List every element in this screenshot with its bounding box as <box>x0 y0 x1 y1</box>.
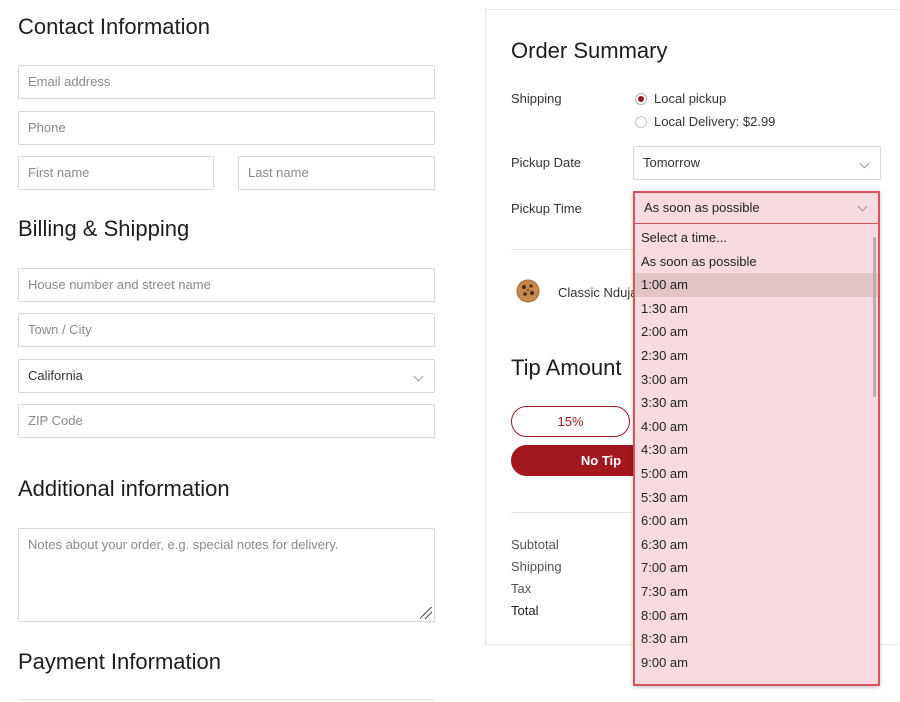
cookie-icon <box>516 279 540 303</box>
time-option[interactable]: 9:00 am <box>635 651 878 675</box>
pickup-time-select[interactable]: As soon as possible <box>635 193 878 224</box>
time-option[interactable]: 6:00 am <box>635 509 878 533</box>
time-option[interactable]: 3:30 am <box>635 391 878 415</box>
local-delivery-label[interactable]: Local Delivery: $2.99 <box>654 114 775 129</box>
city-field[interactable]: Town / City <box>18 313 435 347</box>
time-option[interactable]: 4:30 am <box>635 438 878 462</box>
time-option[interactable]: 7:30 am <box>635 580 878 604</box>
zip-field[interactable]: ZIP Code <box>18 404 435 438</box>
tip-heading: Tip Amount <box>511 355 622 380</box>
summary-divider-bottom <box>511 512 633 513</box>
chevron-down-icon <box>857 201 868 212</box>
phone-field[interactable]: Phone <box>18 111 435 145</box>
time-option[interactable]: 2:30 am <box>635 344 878 368</box>
last-name-field[interactable]: Last name <box>238 156 435 190</box>
resize-handle-icon[interactable] <box>420 607 432 619</box>
first-name-field[interactable]: First name <box>18 156 214 190</box>
time-option[interactable]: 1:00 am <box>635 273 878 297</box>
shipping-total-label: Shipping <box>511 559 562 574</box>
time-option[interactable]: 7:00 am <box>635 556 878 580</box>
pickup-date-value: Tomorrow <box>643 155 701 170</box>
additional-heading: Additional information <box>18 476 230 501</box>
order-summary-heading: Order Summary <box>511 38 668 63</box>
pickup-date-select[interactable]: Tomorrow <box>633 146 881 180</box>
time-option[interactable]: 1:30 am <box>635 297 878 321</box>
time-option[interactable]: 2:00 am <box>635 320 878 344</box>
time-option[interactable]: 4:00 am <box>635 415 878 439</box>
chevron-down-icon <box>413 371 424 382</box>
radio-local-pickup[interactable] <box>635 93 647 105</box>
total-label: Total <box>511 603 539 618</box>
street-field[interactable]: House number and street name <box>18 268 435 302</box>
pickup-time-label: Pickup Time <box>511 201 582 216</box>
billing-heading: Billing & Shipping <box>18 216 190 241</box>
subtotal-label: Subtotal <box>511 537 559 552</box>
time-option[interactable]: Select a time... <box>635 226 878 250</box>
contact-heading: Contact Information <box>18 14 210 39</box>
pickup-time-options: Select a time... As soon as possible 1:00 … <box>635 226 878 674</box>
pickup-time-value: As soon as possible <box>644 200 760 215</box>
email-field[interactable]: Email address <box>18 65 435 99</box>
chevron-down-icon <box>859 158 870 169</box>
state-select[interactable]: California <box>18 359 435 393</box>
time-option[interactable]: 6:30 am <box>635 533 878 557</box>
dropdown-scrollbar[interactable] <box>873 237 876 397</box>
order-notes-textarea[interactable]: Notes about your order, e.g. special not… <box>18 528 435 622</box>
time-option[interactable]: 3:00 am <box>635 368 878 392</box>
time-option[interactable]: 5:30 am <box>635 486 878 510</box>
payment-divider <box>18 699 435 700</box>
payment-heading: Payment Information <box>18 649 221 674</box>
pickup-date-label: Pickup Date <box>511 155 582 170</box>
pickup-time-dropdown[interactable]: As soon as possible Select a time... As s… <box>633 191 880 686</box>
time-option[interactable]: As soon as possible <box>635 250 878 274</box>
time-option[interactable]: 5:00 am <box>635 462 878 486</box>
local-pickup-label[interactable]: Local pickup <box>654 91 726 106</box>
state-select-value: California <box>28 368 83 383</box>
time-option[interactable]: 8:00 am <box>635 604 878 628</box>
tip-15-button[interactable]: 15% <box>511 406 630 437</box>
radio-local-delivery[interactable] <box>635 116 647 128</box>
summary-divider-top <box>511 249 633 250</box>
order-notes-placeholder: Notes about your order, e.g. special not… <box>28 537 339 552</box>
item-name: Classic Nduja <box>558 285 638 300</box>
time-option[interactable]: 8:30 am <box>635 627 878 651</box>
tax-label: Tax <box>511 581 532 596</box>
shipping-label: Shipping <box>511 91 562 106</box>
